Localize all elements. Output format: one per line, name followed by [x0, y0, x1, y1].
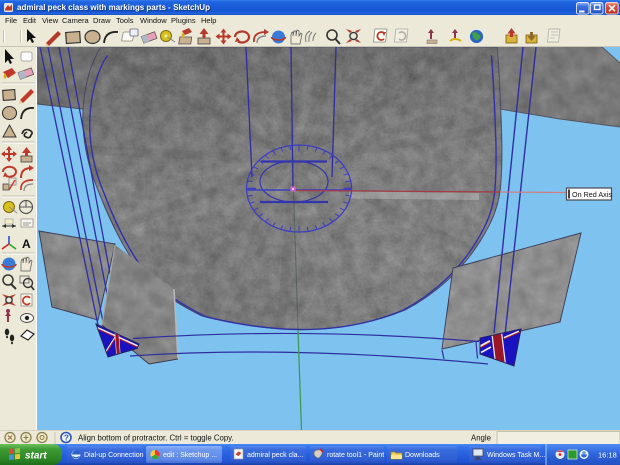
svg-text:Dial-up Connection: Dial-up Connection	[84, 452, 144, 459]
svg-text:start: start	[25, 451, 47, 462]
svg-text:A: A	[22, 237, 31, 251]
svg-text:Downloads: Downloads	[405, 452, 440, 459]
svg-text:edit : Sketchup ...: edit : Sketchup ...	[163, 452, 217, 459]
svg-text:admiral peck cla...: admiral peck cla...	[247, 452, 303, 459]
svg-text:Angle: Angle	[471, 434, 491, 443]
svg-text:Windows Task M...: Windows Task M...	[487, 452, 545, 459]
svg-text:On Red Axis: On Red Axis	[572, 190, 612, 199]
svg-text:16:18: 16:18	[598, 451, 617, 460]
svg-text:?: ?	[64, 433, 69, 443]
svg-text:rotate tool1 - Paint: rotate tool1 - Paint	[327, 452, 384, 459]
svg-text:Align bottom of protractor. C: Align bottom of protractor. Ctrl = toggl…	[78, 434, 234, 443]
